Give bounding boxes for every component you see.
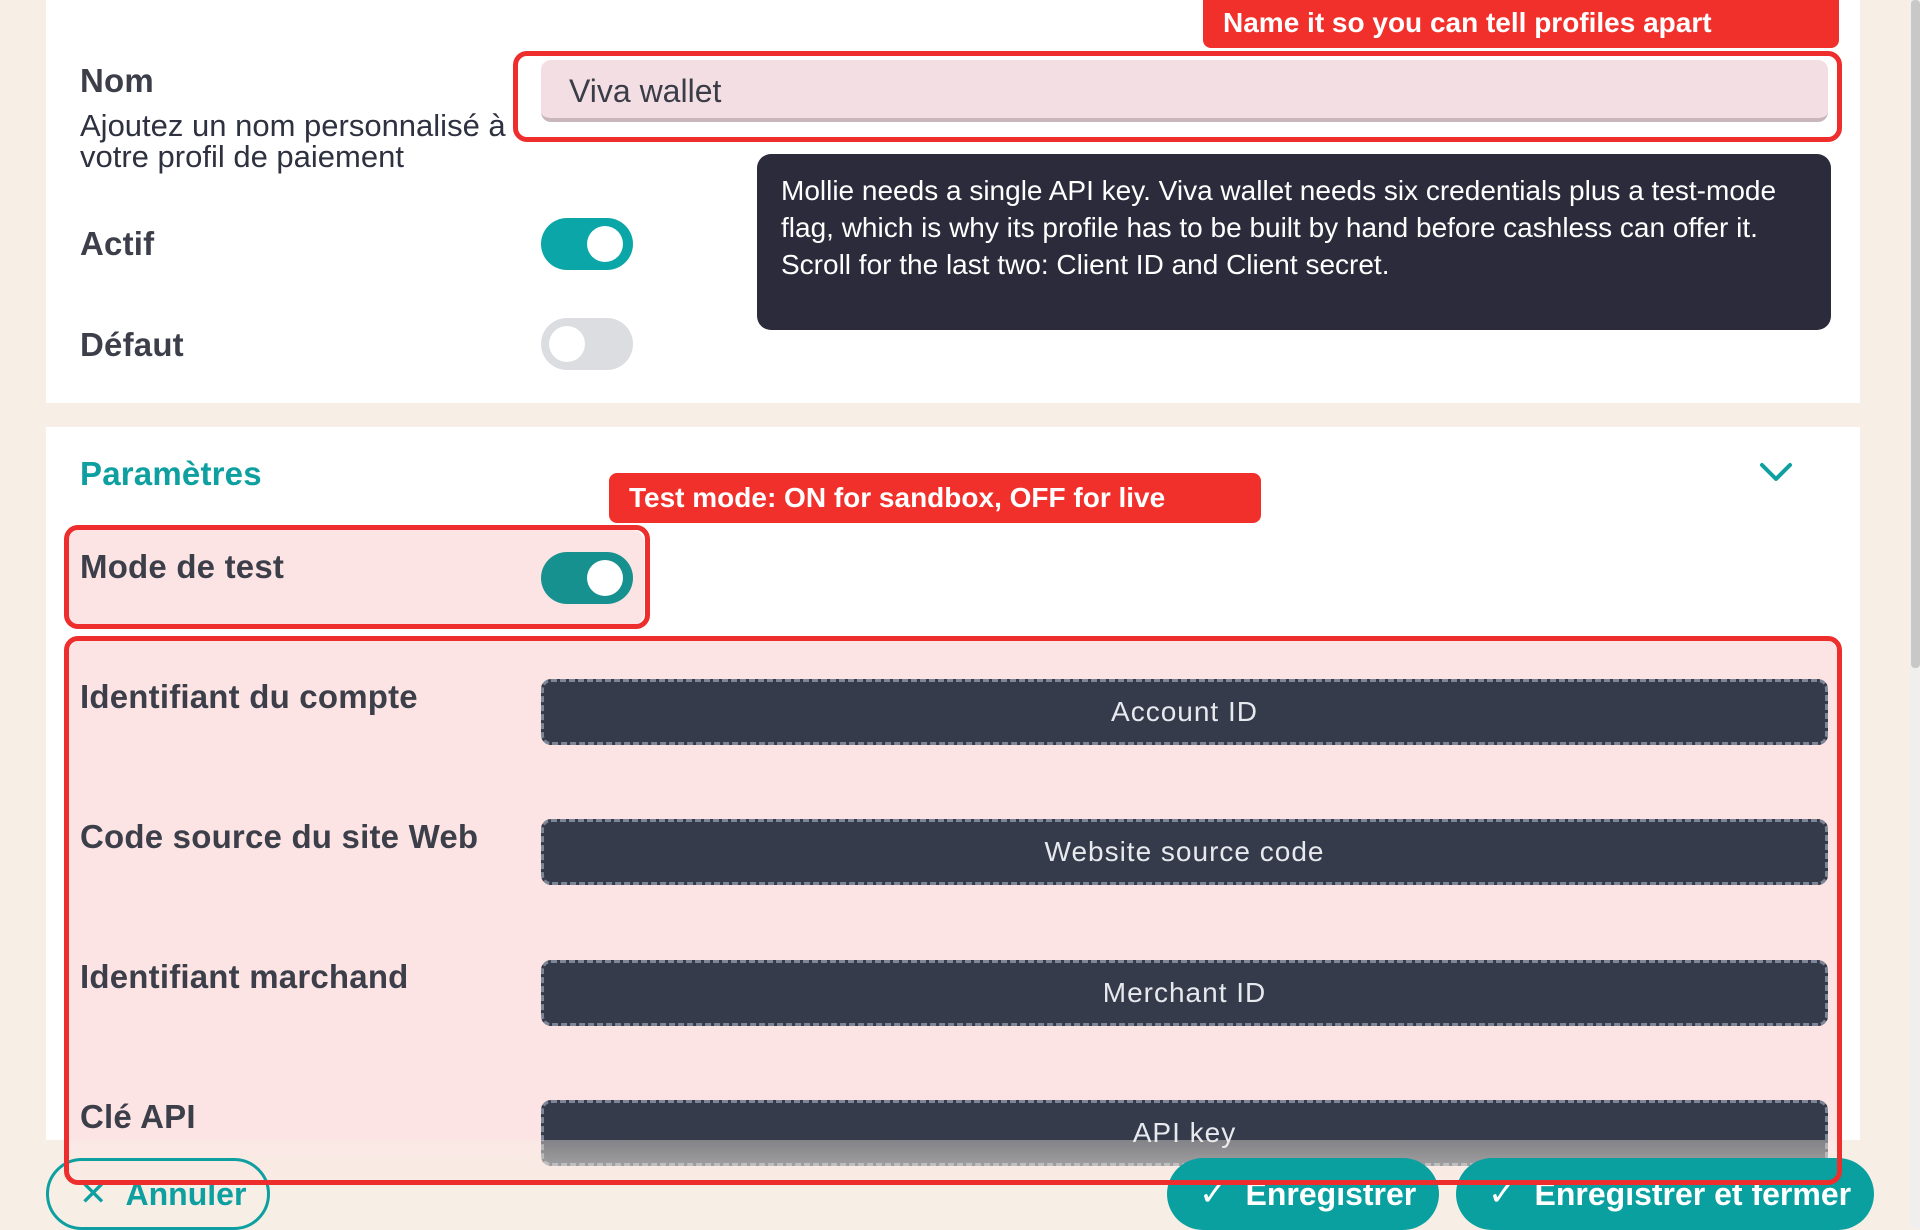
toggle-knob <box>549 326 585 362</box>
test-mode-annotation-tag: Test mode: ON for sandbox, OFF for live <box>609 473 1261 523</box>
tooltip-annotation: Mollie needs a single API key. Viva wall… <box>757 154 1831 330</box>
active-toggle[interactable] <box>541 218 633 270</box>
credentials-annotation-box <box>64 636 1842 1185</box>
name-help-text: Ajoutez un nom personnalisé à votre prof… <box>80 108 506 174</box>
scrollbar-thumb[interactable] <box>1911 0 1920 668</box>
name-annotation-box <box>513 51 1842 142</box>
name-label: Nom <box>80 62 154 99</box>
toggle-knob <box>587 226 623 262</box>
chevron-down-icon[interactable] <box>1758 460 1794 484</box>
test-mode-annotation-box <box>64 525 650 629</box>
active-label: Actif <box>80 225 155 262</box>
name-annotation-tag: Name it so you can tell profiles apart <box>1203 0 1839 48</box>
settings-section-title[interactable]: Paramètres <box>80 455 262 493</box>
default-toggle[interactable] <box>541 318 633 370</box>
default-label: Défaut <box>80 326 184 363</box>
